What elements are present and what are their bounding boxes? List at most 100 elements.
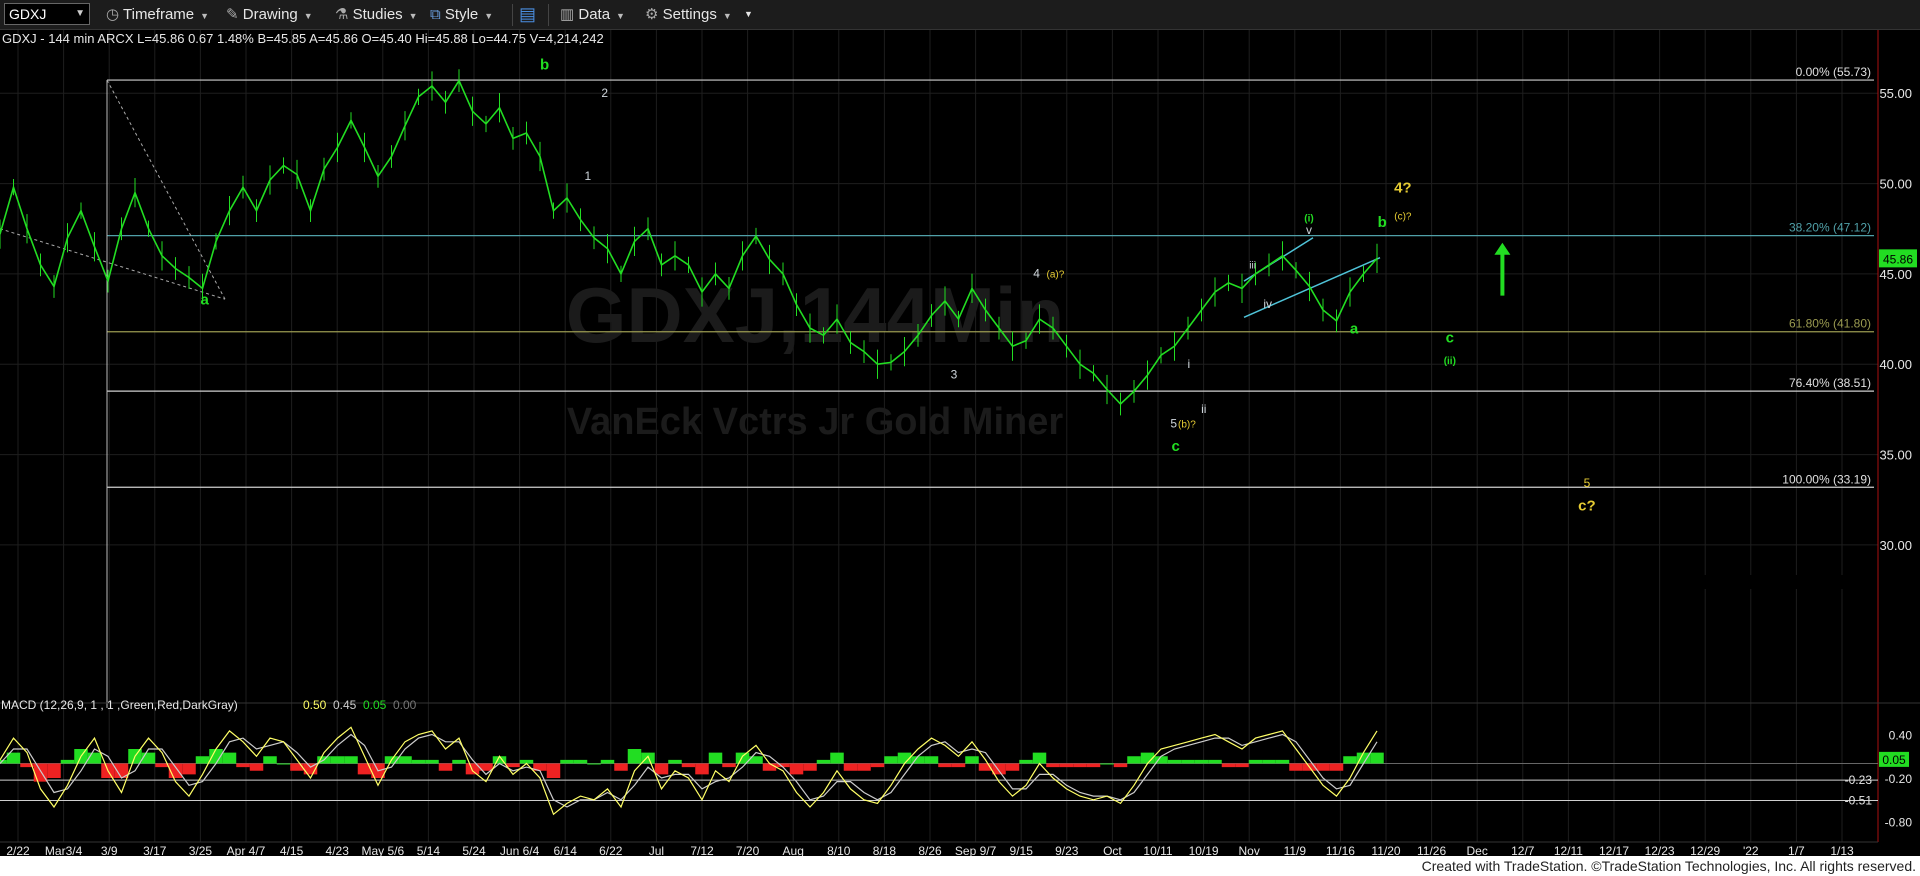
data-menu[interactable]: ▥ Data ▼ [560,3,625,26]
macd-histogram-bar [87,752,102,764]
symbol-select[interactable]: GDXJ ▼ [4,3,90,25]
macd-histogram-bar [1248,759,1263,764]
x-tick-label: 6/22 [599,844,623,856]
fib-label: 100.00% (33.19) [1782,472,1871,486]
x-tick-label: 7/20 [736,844,760,856]
macd-histogram-bar [695,763,709,775]
drawing-menu[interactable]: ✎ Drawing ▼ [226,3,313,26]
wave-label: 1 [584,169,591,183]
pen-icon: ✎ [226,6,239,23]
x-tick-label: 10/19 [1189,844,1219,856]
timeframe-menu[interactable]: ◷ Timeframe ▼ [106,3,209,26]
macd-histogram-bar [654,763,669,775]
macd-histogram-bar [263,756,277,764]
chevron-down-icon: ▼ [75,8,85,19]
x-tick-label: Apr 4/7 [227,844,266,856]
studies-label: Studies [352,6,403,23]
macd-histogram-bar [614,763,628,771]
macd-histogram-bar [249,763,264,771]
macd-histogram-bar [938,763,952,768]
wave-label: c [1171,438,1179,455]
macd-histogram-bar [330,756,345,764]
wave-label: 2 [601,86,608,100]
macd-tick-label: -0.20 [1885,772,1913,786]
macd-histogram-bar [1059,763,1074,768]
y-tick-label: 55.00 [1879,86,1912,101]
wave-label: b [540,57,549,74]
x-tick-label: May 5/6 [361,844,404,856]
layout-button[interactable]: ▤ [519,3,536,26]
x-tick-label: 12/23 [1645,844,1675,856]
x-tick-label: 12/11 [1554,844,1583,856]
macd-histogram-bar [222,752,237,764]
macd-histogram-bar [47,763,61,778]
macd-header: MACD (12,26,9, 1 , 1 ,Green,Red,DarkGray… [1,698,417,712]
chart-background [0,30,1920,856]
macd-value: 0.50 [303,698,327,712]
macd-histogram-bar [438,763,453,771]
x-tick-label: 11/9 [1284,844,1307,856]
overflow-menu[interactable]: ▼ [744,3,753,26]
wave-label: 4? [1394,180,1412,197]
chevron-down-icon: ▼ [616,11,625,21]
macd-histogram-bar [816,759,831,764]
chevron-down-icon: ▼ [408,11,418,21]
x-tick-label: 6/14 [554,844,578,856]
y-tick-label: 30.00 [1879,538,1912,553]
x-tick-label: '22 [1743,844,1759,856]
x-tick-label: 11/16 [1326,844,1355,856]
macd-level-label: -0.51 [1845,793,1873,807]
chart-area[interactable]: GDXJ,144Min VanEck Vctrs Jr Gold Miner 0… [0,30,1920,856]
macd-tick-label: 0.40 [1889,729,1913,743]
macd-histogram-bar [681,763,696,768]
studies-menu[interactable]: ⚗ Studies ▼ [335,3,418,26]
macd-histogram-bar [195,756,210,764]
settings-menu[interactable]: ⚙ Settings ▼ [645,3,732,26]
x-tick-label: 8/10 [827,844,851,856]
macd-histogram-bar [627,749,642,764]
data-label: Data [578,6,611,23]
macd-histogram-bar [60,759,75,764]
style-label: Style [444,6,479,23]
macd-histogram-bar [425,759,439,764]
style-icon: ⧉ [430,6,441,23]
chevron-down-icon: ▼ [303,11,313,21]
x-tick-label: 4/15 [280,844,304,856]
style-menu[interactable]: ⧉ Style ▼ [430,3,493,26]
wave-label: a [201,292,210,309]
x-tick-label: Aug [783,844,804,856]
macd-histogram-bar [141,752,156,764]
x-tick-label: 7/12 [690,844,714,856]
wave-label: 3 [951,368,958,382]
layout-icon: ▤ [519,4,537,24]
macd-histogram-bar [1262,759,1276,764]
x-tick-label: 3/17 [143,844,167,856]
macd-histogram-bar [708,752,723,764]
clock-icon: ◷ [106,6,120,23]
x-tick-label: 5/14 [417,844,441,856]
wave-label: 5 [1170,416,1177,430]
wave-label: a [1350,321,1359,338]
wave-label: 5 [1584,476,1591,490]
wave-label: v [1306,223,1312,237]
macd-histogram-bar [587,763,601,765]
macd-histogram-bar [1194,759,1209,764]
macd-histogram-bar [1370,752,1384,764]
wave-label: (i) [1304,214,1313,225]
macd-histogram-bar [546,763,561,778]
macd-histogram-bar [1208,759,1222,764]
drawing-label: Drawing [242,6,298,23]
macd-histogram-bar [668,759,682,764]
macd-histogram-bar [951,763,966,768]
macd-histogram-bar [1316,763,1330,771]
wave-label: iii [1249,260,1256,271]
settings-label: Settings [662,6,717,23]
chevron-down-icon: ▼ [484,11,494,21]
fib-label: 61.80% (41.80) [1789,317,1871,331]
wave-label: 4 [1033,267,1040,281]
wave-label: (ii) [1444,356,1456,367]
x-tick-label: 3/9 [101,844,118,856]
wave-label: (b)? [1178,419,1196,430]
x-tick-label: 1/13 [1830,844,1854,856]
macd-tick-label: -0.80 [1885,816,1913,830]
